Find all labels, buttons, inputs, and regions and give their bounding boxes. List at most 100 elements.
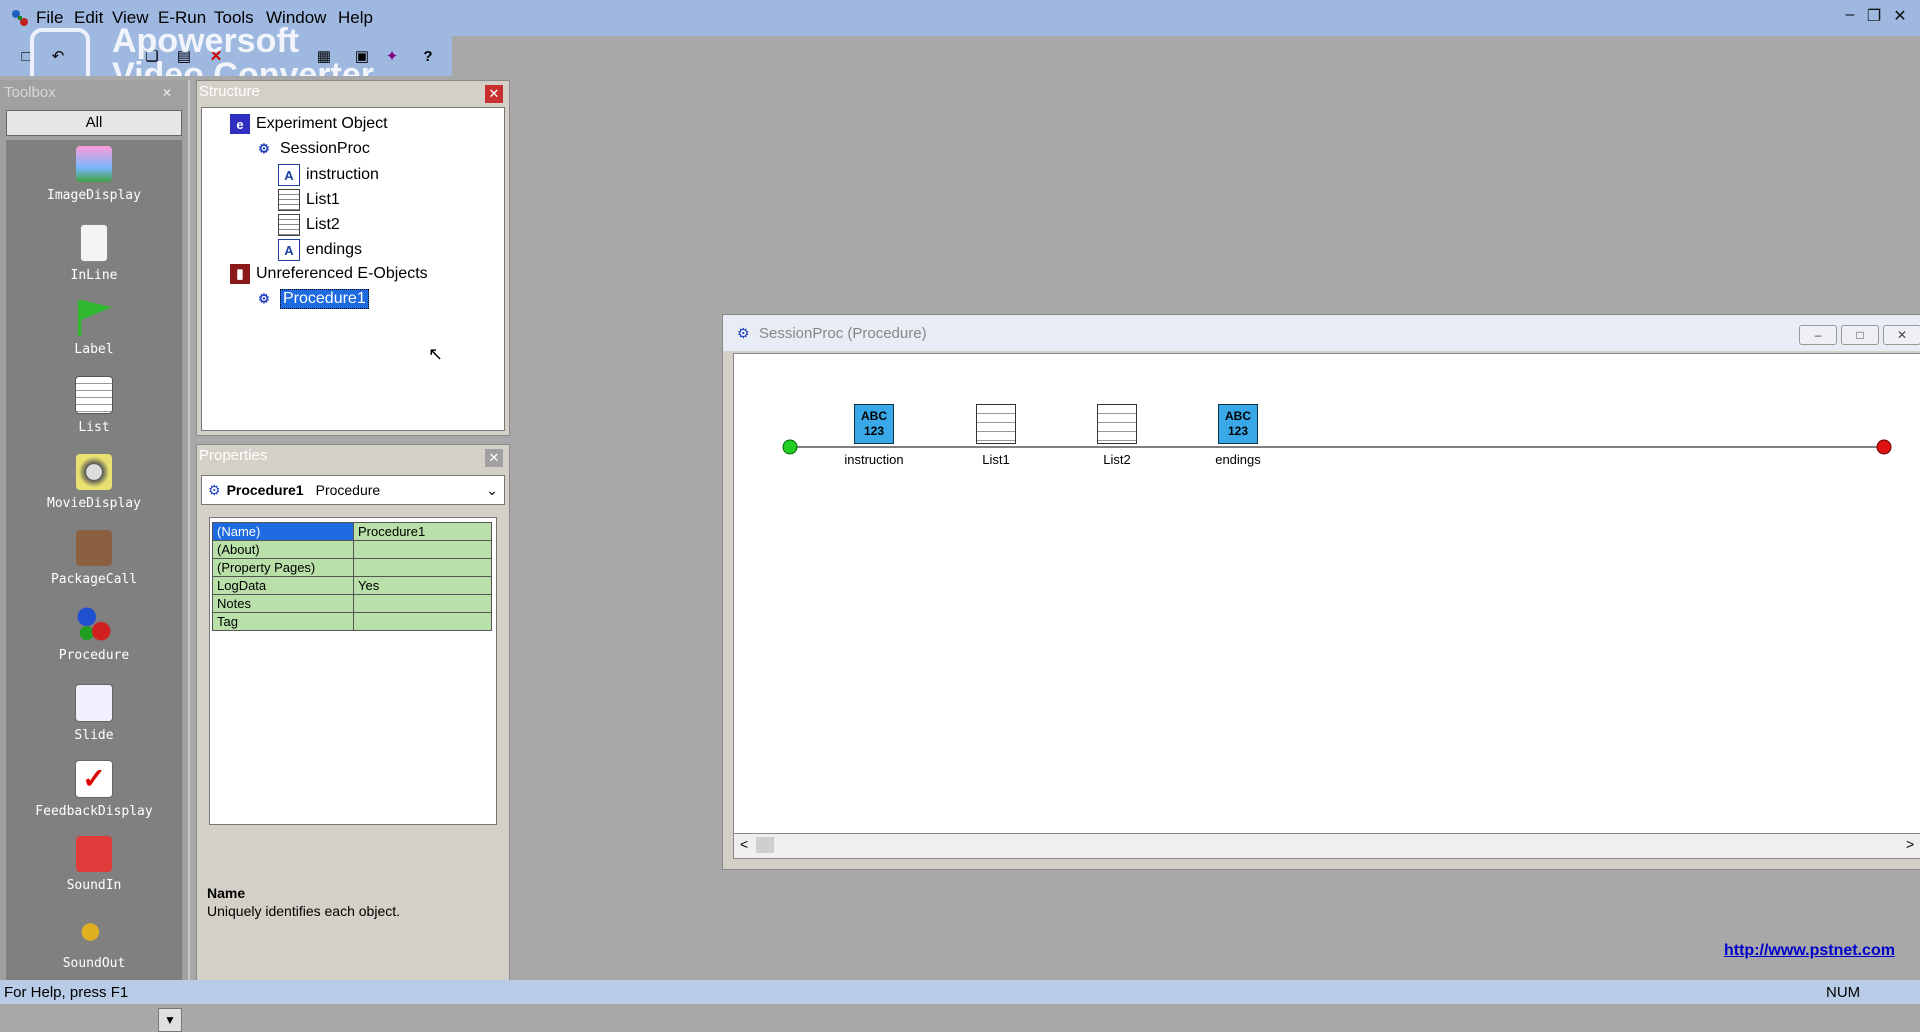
toolbox-item-list[interactable]: List [6, 376, 182, 435]
property-value[interactable] [353, 558, 492, 577]
toolbox-panel: Toolbox ✕ All ImageDisplay InLine Label … [0, 80, 190, 1032]
timeline-item-label: instruction [844, 452, 904, 467]
toolbox-item-label[interactable]: Label [6, 300, 182, 357]
toolbox-item-label: List [78, 420, 110, 435]
microphone-icon [76, 836, 112, 872]
window-maximize-icon[interactable]: □ [1841, 325, 1879, 345]
procedure-icon: ⚙ [258, 141, 270, 156]
timeline-item-label: endings [1215, 452, 1261, 467]
window-title: SessionProc (Procedure) [759, 325, 927, 342]
toolbox-item-soundout[interactable]: SoundOut [6, 914, 182, 971]
list-grid-icon[interactable] [976, 404, 1016, 444]
toolbox-item-moviedisplay[interactable]: MovieDisplay [6, 454, 182, 511]
property-row[interactable]: (About) [212, 540, 492, 559]
toolbox-list[interactable]: ImageDisplay InLine Label List MovieDisp… [6, 140, 182, 1032]
property-row[interactable]: Notes [212, 594, 492, 613]
property-value[interactable] [353, 594, 492, 613]
property-grid[interactable]: (Name) Procedure1 (About) (Property Pages… [209, 517, 497, 825]
procedure-icon: ⚙ [737, 325, 750, 341]
status-help-text: For Help, press F1 [4, 984, 129, 1001]
tree-node-label: instruction [306, 166, 379, 183]
scroll-right-icon[interactable]: > [1906, 836, 1914, 852]
text-display-icon[interactable]: ABC 123 [854, 404, 894, 444]
toolbox-scroll-down-icon[interactable]: ▼ [158, 1008, 182, 1032]
pstnet-link[interactable]: http://www.pstnet.com [1724, 942, 1895, 960]
tree-node-label: List2 [306, 216, 340, 233]
timeline-svg [782, 439, 1892, 455]
property-row[interactable]: Tag [212, 612, 492, 631]
tree-node-label: Unreferenced E-Objects [256, 265, 428, 282]
horizontal-scrollbar[interactable]: < > [733, 833, 1920, 859]
list-grid-icon[interactable] [1097, 404, 1137, 444]
toolbox-filter[interactable]: All [6, 110, 182, 136]
image-display-icon [76, 146, 112, 182]
package-box-icon [76, 530, 112, 566]
tree-node-label-selected[interactable]: Procedure1 [280, 289, 369, 309]
procedure-icon: ⚙ [208, 481, 221, 498]
property-row[interactable]: LogData Yes [212, 576, 492, 595]
chevron-down-icon[interactable]: ⌄ [486, 482, 498, 499]
list-grid-icon [75, 376, 113, 414]
text-display-icon[interactable]: ABC 123 [1218, 404, 1258, 444]
status-num-indicator: NUM [1826, 984, 1861, 1001]
scroll-left-icon[interactable]: < [740, 836, 748, 852]
property-value[interactable]: Yes [353, 576, 492, 595]
toolbox-item-imagedisplay[interactable]: ImageDisplay [6, 146, 182, 203]
tree-node-instruction[interactable]: A instruction [278, 164, 379, 186]
scroll-thumb[interactable] [756, 837, 774, 853]
structure-tree[interactable]: e Experiment Object ⚙ SessionProc A inst… [201, 107, 505, 431]
window-minimize-icon[interactable]: – [1799, 325, 1837, 345]
property-row[interactable]: (Property Pages) [212, 558, 492, 577]
watermark-line1: Apowersoft [112, 22, 299, 60]
restore-icon[interactable]: ❐ [1864, 6, 1884, 26]
structure-close-icon[interactable]: ✕ [485, 85, 503, 103]
toolbox-item-procedure[interactable]: Procedure [6, 606, 182, 663]
properties-panel: Properties ✕ ⚙ Procedure1 Procedure ⌄ (N… [196, 444, 510, 982]
timeline-item-label: List2 [1103, 452, 1131, 467]
minimize-icon[interactable]: – [1840, 6, 1860, 24]
tree-node-endings[interactable]: A endings [278, 239, 362, 261]
timeline-end-node[interactable] [1876, 439, 1892, 455]
structure-panel: Structure ✕ e Experiment Object ⚙ Sessio… [196, 80, 510, 436]
structure-title: Structure [199, 83, 260, 100]
tree-node-label: endings [306, 241, 363, 258]
tree-node-list2[interactable]: List2 [278, 214, 340, 236]
sessionproc-window: ⚙ SessionProc (Procedure) – □ ✕ ABC 123 … [722, 314, 1920, 870]
property-key: (Name) [212, 522, 354, 541]
description-text: Uniquely identifies each object. [207, 903, 401, 919]
toolbox-close-icon[interactable]: ✕ [162, 86, 176, 100]
window-close-icon[interactable]: ✕ [1883, 325, 1920, 345]
tree-node-procedure1[interactable]: ⚙ Procedure1 [254, 289, 369, 309]
property-value[interactable] [353, 540, 492, 559]
app-icon [12, 10, 28, 26]
tree-node-experiment[interactable]: e Experiment Object [230, 114, 388, 134]
timeline-start-node[interactable] [782, 439, 798, 455]
toolbox-item-soundin[interactable]: SoundIn [6, 836, 182, 893]
toolbox-item-label: FeedbackDisplay [35, 804, 153, 819]
toolbox-item-inline[interactable]: InLine [6, 224, 182, 283]
timeline-canvas[interactable]: ABC 123 instruction List1 List2 ABC 123 … [733, 353, 1920, 835]
property-value[interactable]: Procedure1 [353, 522, 492, 541]
toolbox-item-label: InLine [70, 268, 118, 283]
properties-title: Properties [199, 447, 268, 464]
procedure-icon [76, 606, 112, 642]
properties-close-icon[interactable]: ✕ [485, 449, 503, 467]
tree-node-unreferenced[interactable]: ▮ Unreferenced E-Objects [230, 264, 428, 284]
list-grid-icon [278, 214, 300, 236]
toolbox-item-packagecall[interactable]: PackageCall [6, 530, 182, 587]
property-value[interactable] [353, 612, 492, 631]
toolbox-item-label: SoundOut [62, 956, 126, 971]
mouse-cursor-icon: ↖ [428, 344, 444, 364]
text-display-icon: A [278, 239, 300, 261]
object-selector[interactable]: ⚙ Procedure1 Procedure ⌄ [201, 475, 505, 505]
close-icon[interactable]: ✕ [1890, 6, 1910, 26]
tree-node-label: Experiment Object [256, 115, 388, 132]
property-description: Name Uniquely identifies each object. [201, 879, 503, 975]
toolbox-item-slide[interactable]: Slide [6, 684, 182, 743]
sessionproc-titlebar[interactable]: ⚙ SessionProc (Procedure) – □ ✕ [723, 315, 1920, 351]
tree-node-list1[interactable]: List1 [278, 189, 340, 211]
property-row[interactable]: (Name) Procedure1 [212, 522, 492, 541]
tree-node-sessionproc[interactable]: ⚙ SessionProc [254, 139, 370, 159]
timeline-item-label: List1 [982, 452, 1010, 467]
toolbox-item-feedbackdisplay[interactable]: ✓ FeedbackDisplay [6, 760, 182, 819]
